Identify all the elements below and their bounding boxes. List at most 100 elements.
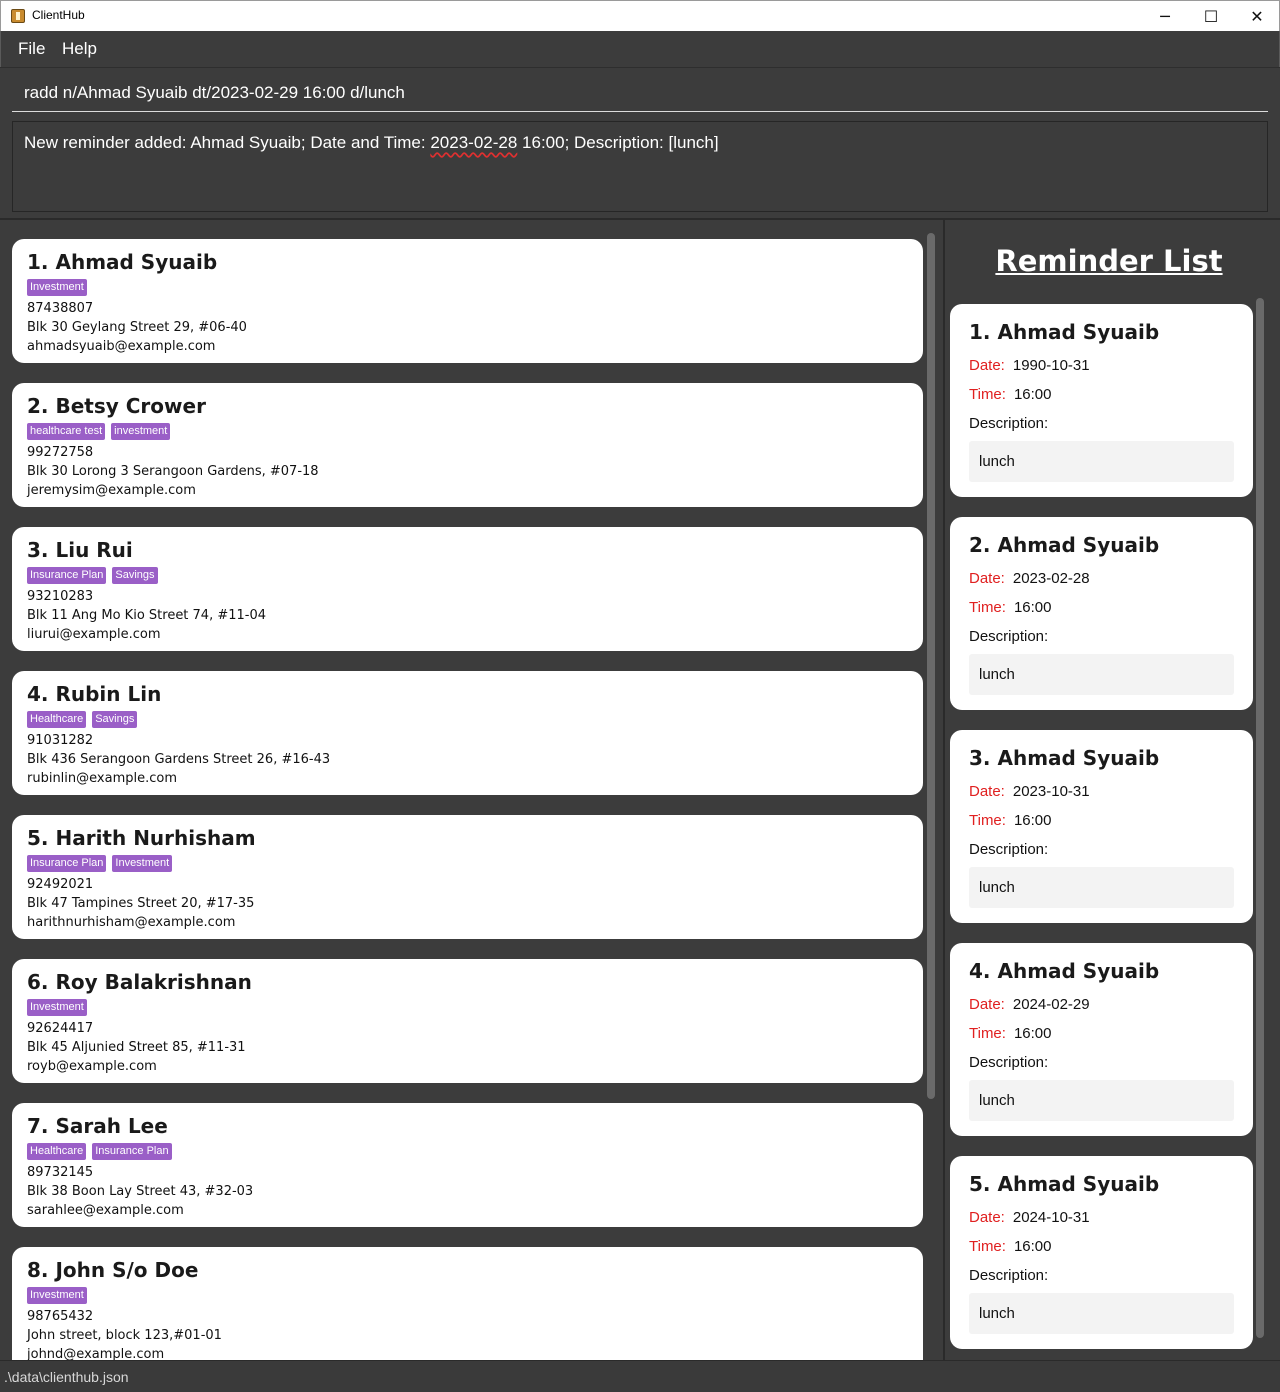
person-phone: 89732145: [27, 1165, 94, 1180]
person-list-scrollbar[interactable]: [927, 233, 935, 1099]
person-card[interactable]: 1. Ahmad Syuaib Investment 87438807 Blk 30 …: [12, 239, 923, 363]
window-title: ClientHub: [32, 8, 85, 22]
person-address: Blk 45 Aljunied Street 85, #11-31: [27, 1040, 246, 1055]
reminder-date-value: 2023-10-31: [1012, 783, 1090, 800]
person-tag: Investment: [112, 855, 173, 872]
reminder-time: Time: 16:00: [969, 1238, 1052, 1255]
reminder-card[interactable]: 3. Ahmad Syuaib Date: 2023-10-31 Time: 16:00…: [950, 730, 1253, 923]
reminder-list-panel[interactable]: Reminder List 1. Ahmad Syuaib Date: 1990-1…: [945, 220, 1280, 1360]
reminder-list-scrollbar[interactable]: [1256, 298, 1264, 1338]
reminder-time-label: Time:: [969, 386, 1006, 403]
person-tag: Insurance Plan: [27, 567, 107, 584]
reminder-card[interactable]: 5. Ahmad Syuaib Date: 2024-10-31 Time: 16:00…: [950, 1156, 1253, 1349]
reminder-time-value: 16:00: [1013, 1025, 1052, 1042]
person-address: Blk 38 Boon Lay Street 43, #32-03: [27, 1184, 254, 1199]
reminder-time: Time: 16:00: [969, 1025, 1052, 1042]
person-tag: Savings: [92, 711, 138, 728]
person-address: Blk 47 Tampines Street 20, #17-35: [27, 896, 255, 911]
reminder-date: Date: 2023-10-31: [969, 783, 1090, 800]
reminder-time-value: 16:00: [1013, 599, 1052, 616]
person-phone: 92492021: [27, 877, 94, 892]
status-bar: .\data\clienthub.json: [0, 1360, 1280, 1392]
person-address: Blk 30 Geylang Street 29, #06-40: [27, 320, 247, 335]
reminder-date-label: Date:: [969, 570, 1005, 587]
reminder-description-label: Description:: [969, 628, 1049, 645]
person-tags: Healthcare Savings: [27, 711, 138, 728]
command-text: radd n/Ahmad Syuaib dt/2023-02-29 16:00 …: [24, 83, 405, 102]
result-prefix: New reminder added: Ahmad Syuaib; Date a…: [24, 133, 431, 152]
close-button[interactable]: ✕: [1234, 1, 1280, 31]
person-address: Blk 11 Ang Mo Kio Street 74, #11-04: [27, 608, 267, 623]
title-bar: ClientHub ─ ☐ ✕: [0, 0, 1280, 31]
result-date: 2023-02-28: [430, 133, 518, 152]
reminder-card[interactable]: 4. Ahmad Syuaib Date: 2024-02-29 Time: 16:00…: [950, 943, 1253, 1136]
reminder-description: lunch: [979, 1092, 1015, 1109]
reminder-description-box: lunch: [969, 441, 1234, 482]
result-suffix: 16:00; Description: [lunch]: [517, 133, 719, 152]
menu-file[interactable]: File: [18, 39, 45, 59]
person-name: 7. Sarah Lee: [27, 1114, 168, 1138]
person-address: Blk 30 Lorong 3 Serangoon Gardens, #07-1…: [27, 464, 319, 479]
reminder-date-label: Date:: [969, 1209, 1005, 1226]
person-name: 1. Ahmad Syuaib: [27, 250, 218, 274]
reminder-name: 5. Ahmad Syuaib: [969, 1172, 1160, 1196]
person-email: jeremysim@example.com: [27, 483, 196, 498]
person-tags: Healthcare Insurance Plan: [27, 1143, 172, 1160]
result-text: New reminder added: Ahmad Syuaib; Date a…: [24, 133, 719, 153]
person-tag: Healthcare: [27, 1143, 87, 1160]
reminder-time-label: Time:: [969, 599, 1006, 616]
maximize-button[interactable]: ☐: [1188, 1, 1234, 31]
person-name: 2. Betsy Crower: [27, 394, 206, 418]
person-tag: Savings: [112, 567, 158, 584]
reminder-time: Time: 16:00: [969, 812, 1052, 829]
menu-help[interactable]: Help: [62, 39, 97, 59]
reminder-name: 3. Ahmad Syuaib: [969, 746, 1160, 770]
reminder-description-label: Description:: [969, 1054, 1049, 1071]
person-tags: Insurance Plan Savings: [27, 567, 158, 584]
reminder-description-box: lunch: [969, 654, 1234, 695]
reminder-name: 2. Ahmad Syuaib: [969, 533, 1160, 557]
command-area: radd n/Ahmad Syuaib dt/2023-02-29 16:00 …: [0, 67, 1280, 119]
person-card[interactable]: 5. Harith Nurhisham Insurance Plan Investm…: [12, 815, 923, 939]
person-card[interactable]: 3. Liu Rui Insurance Plan Savings 93210283 B…: [12, 527, 923, 651]
reminder-time: Time: 16:00: [969, 386, 1052, 403]
minimize-button[interactable]: ─: [1142, 1, 1188, 31]
reminder-date: Date: 2024-02-29: [969, 996, 1090, 1013]
reminder-time-label: Time:: [969, 812, 1006, 829]
menu-bar: File Help: [0, 31, 1280, 67]
reminder-card[interactable]: 1. Ahmad Syuaib Date: 1990-10-31 Time: 16:00…: [950, 304, 1253, 497]
person-card[interactable]: 6. Roy Balakrishnan Investment 92624417 Blk…: [12, 959, 923, 1083]
person-email: harithnurhisham@example.com: [27, 915, 236, 930]
person-tag: Insurance Plan: [27, 855, 107, 872]
person-email: royb@example.com: [27, 1059, 157, 1074]
person-card[interactable]: 4. Rubin Lin Healthcare Savings 91031282 Blk…: [12, 671, 923, 795]
person-email: sarahlee@example.com: [27, 1203, 184, 1218]
reminder-time-value: 16:00: [1013, 386, 1052, 403]
person-phone: 98765432: [27, 1309, 94, 1324]
reminder-date: Date: 1990-10-31: [969, 357, 1090, 374]
reminder-time-label: Time:: [969, 1025, 1006, 1042]
person-tags: Investment: [27, 999, 87, 1016]
reminder-name: 1. Ahmad Syuaib: [969, 320, 1160, 344]
reminder-date-label: Date:: [969, 357, 1005, 374]
person-email: rubinlin@example.com: [27, 771, 178, 786]
person-tags: Investment: [27, 279, 87, 296]
reminder-date-label: Date:: [969, 996, 1005, 1013]
person-card[interactable]: 8. John S/o Doe Investment 98765432 John st…: [12, 1247, 923, 1360]
person-tag: healthcare test: [27, 423, 106, 440]
person-tag: Insurance Plan: [92, 1143, 172, 1160]
reminder-card[interactable]: 2. Ahmad Syuaib Date: 2023-02-28 Time: 16:00…: [950, 517, 1253, 710]
person-phone: 87438807: [27, 301, 94, 316]
reminder-date-label: Date:: [969, 783, 1005, 800]
reminder-description: lunch: [979, 879, 1015, 896]
reminder-name: 4. Ahmad Syuaib: [969, 959, 1160, 983]
person-tags: Investment: [27, 1287, 87, 1304]
person-name: 6. Roy Balakrishnan: [27, 970, 252, 994]
reminder-time-value: 16:00: [1013, 812, 1052, 829]
person-card[interactable]: 2. Betsy Crower healthcare test investment…: [12, 383, 923, 507]
person-list-panel[interactable]: 1. Ahmad Syuaib Investment 87438807 Blk 30 …: [0, 220, 943, 1360]
result-display[interactable]: New reminder added: Ahmad Syuaib; Date a…: [12, 121, 1268, 212]
person-card[interactable]: 7. Sarah Lee Healthcare Insurance Plan 8973…: [12, 1103, 923, 1227]
person-name: 3. Liu Rui: [27, 538, 133, 562]
command-input[interactable]: radd n/Ahmad Syuaib dt/2023-02-29 16:00 …: [12, 75, 1268, 112]
